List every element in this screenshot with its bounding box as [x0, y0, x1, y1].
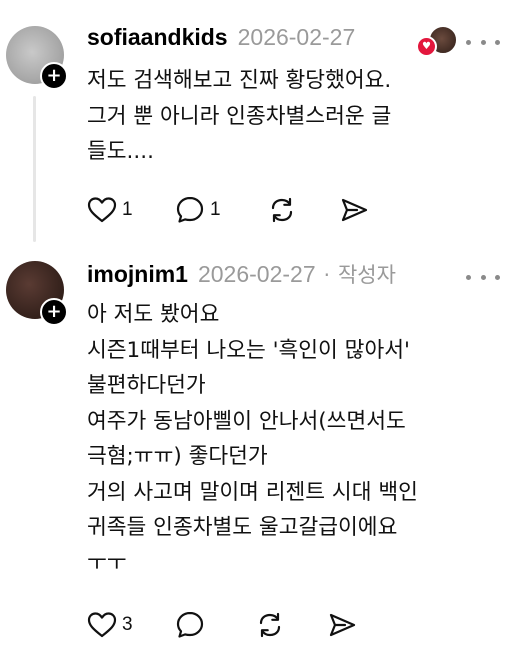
repost-icon [259, 612, 281, 638]
post-text: 저도 검색해보고 진짜 황당했어요. 그거 뿐 아니라 인종차별스러운 글 들도… [87, 68, 392, 164]
reply-post: + imojnim1 2026-02-27 · 작성자 아 저도 봤어요 시즌1… [0, 245, 522, 655]
comment-icon [176, 196, 204, 223]
plus-icon[interactable]: + [40, 62, 68, 90]
like-count: 1 [122, 199, 133, 220]
share-icon [341, 198, 368, 222]
plus-icon[interactable]: + [40, 298, 68, 326]
separator: · [323, 263, 330, 287]
repost-icon [271, 197, 293, 223]
thread-line [33, 96, 36, 242]
more-icon[interactable] [466, 32, 500, 52]
share-icon [329, 613, 356, 637]
post-header: imojnim1 2026-02-27 · 작성자 [87, 259, 396, 289]
reply-post: + sofiaandkids 2026-02-27 ♥ 저도 검색해보고 진짜 … [0, 0, 522, 245]
heart-icon [87, 612, 117, 638]
like-count: 3 [122, 614, 133, 635]
post-date: 2026-02-27 [237, 24, 356, 50]
heart-icon [87, 197, 117, 223]
action-bar: 1 1 [87, 195, 379, 225]
post-header: sofiaandkids 2026-02-27 [87, 24, 355, 51]
username[interactable]: imojnim1 [87, 261, 188, 288]
share-button[interactable] [327, 610, 367, 640]
comment-icon [176, 611, 204, 638]
reply-button[interactable] [175, 610, 255, 640]
more-icon[interactable] [466, 267, 500, 287]
like-button[interactable]: 1 [87, 195, 175, 225]
post-date: 2026-02-27 [197, 261, 316, 287]
heart-badge-icon: ♥ [416, 36, 437, 57]
repost-button[interactable] [255, 610, 327, 640]
like-button[interactable]: 3 [87, 610, 175, 640]
reply-count: 1 [210, 199, 221, 220]
share-button[interactable] [339, 195, 379, 225]
author-badge: 작성자 [337, 263, 396, 287]
action-bar: 3 [87, 610, 367, 640]
reactor-avatars[interactable]: ♥ [416, 25, 458, 57]
post-text: 아 저도 봤어요 시즌1때부터 나오는 '흑인이 많아서' 불편하다던가 여주가… [87, 302, 418, 576]
reply-button[interactable]: 1 [175, 195, 267, 225]
repost-button[interactable] [267, 195, 339, 225]
username[interactable]: sofiaandkids [87, 24, 228, 51]
